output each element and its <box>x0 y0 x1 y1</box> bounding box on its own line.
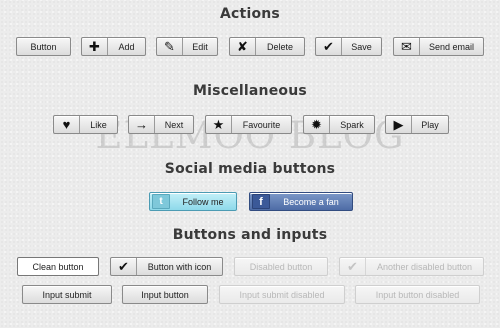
add-label: Add <box>118 41 135 52</box>
send-email-label: Send email <box>428 41 475 52</box>
save-label: Save <box>351 41 372 52</box>
become-a-fan-label: Become a fan <box>283 196 339 207</box>
save-button[interactable]: ✔ Save <box>315 37 382 56</box>
like-button[interactable]: ♥ Like <box>53 115 118 134</box>
follow-me-label: Follow me <box>182 196 224 207</box>
social-row: t Follow me f Become a fan <box>0 192 500 214</box>
favourite-button[interactable]: ★ Favourite <box>205 115 292 134</box>
button-with-icon[interactable]: ✔ Button with icon <box>110 257 223 276</box>
pencil-icon: ✎ <box>157 38 183 55</box>
next-label: Next <box>164 119 184 130</box>
send-email-button[interactable]: ✉ Send email <box>393 37 484 56</box>
button-label: Button <box>30 41 57 52</box>
become-a-fan-button[interactable]: f Become a fan <box>249 192 353 211</box>
add-button[interactable]: ✚ Add <box>81 37 146 56</box>
input-button-disabled-label: Input button disabled <box>375 289 460 300</box>
disabled-button-label: Disabled button <box>249 261 313 272</box>
x-icon: ✘ <box>230 38 256 55</box>
checkmark-icon: ✔ <box>340 258 366 275</box>
twitter-icon: t <box>152 194 170 209</box>
checkmark-icon: ✔ <box>316 38 342 55</box>
play-label: Play <box>421 119 439 130</box>
edit-label: Edit <box>192 41 208 52</box>
clean-button[interactable]: Clean button <box>17 257 99 276</box>
spark-label: Spark <box>340 119 364 130</box>
next-button[interactable]: → Next <box>128 115 194 134</box>
checkmark-icon: ✔ <box>111 258 137 275</box>
star-icon: ★ <box>206 116 232 133</box>
delete-button[interactable]: ✘ Delete <box>229 37 305 56</box>
input-button[interactable]: Input button <box>122 285 208 304</box>
misc-row: ♥ Like → Next ★ Favourite ✹ Spark ▶ Play <box>0 115 500 137</box>
section-title-misc: Miscellaneous <box>193 83 307 99</box>
envelope-icon: ✉ <box>394 38 420 55</box>
clean-button-label: Clean button <box>32 261 84 272</box>
arrow-right-icon: → <box>129 116 155 133</box>
section-title-social: Social media buttons <box>164 161 336 177</box>
input-button-label: Input button <box>141 289 189 300</box>
another-disabled-button: ✔ Another disabled button <box>339 257 484 276</box>
spark-icon: ✹ <box>304 116 330 133</box>
spark-button[interactable]: ✹ Spark <box>303 115 375 134</box>
section-title-inputs: Buttons and inputs <box>172 227 328 243</box>
inputs-row-2: Input submit Input button Input submit d… <box>0 285 500 307</box>
play-icon: ▶ <box>386 116 412 133</box>
edit-button[interactable]: ✎ Edit <box>156 37 218 56</box>
input-submit-label: Input submit <box>42 289 92 300</box>
disabled-button: Disabled button <box>234 257 328 276</box>
heart-icon: ♥ <box>54 116 80 133</box>
facebook-icon: f <box>252 194 270 209</box>
play-button[interactable]: ▶ Play <box>385 115 449 134</box>
button-with-icon-label: Button with icon <box>147 261 212 272</box>
another-disabled-label: Another disabled button <box>376 261 473 272</box>
input-submit-disabled-label: Input submit disabled <box>239 289 325 300</box>
plus-icon: ✚ <box>82 38 108 55</box>
section-title-actions: Actions <box>220 6 280 22</box>
button-button[interactable]: Button <box>16 37 71 56</box>
inputs-row-1: Clean button ✔ Button with icon Disabled… <box>0 257 500 279</box>
input-submit-disabled: Input submit disabled <box>219 285 345 304</box>
input-submit[interactable]: Input submit <box>22 285 112 304</box>
favourite-label: Favourite <box>242 119 281 130</box>
input-button-disabled: Input button disabled <box>355 285 480 304</box>
like-label: Like <box>90 119 107 130</box>
delete-label: Delete <box>266 41 293 52</box>
follow-me-button[interactable]: t Follow me <box>149 192 237 211</box>
actions-row: Button ✚ Add ✎ Edit ✘ Delete ✔ Save ✉ Se… <box>0 37 500 59</box>
